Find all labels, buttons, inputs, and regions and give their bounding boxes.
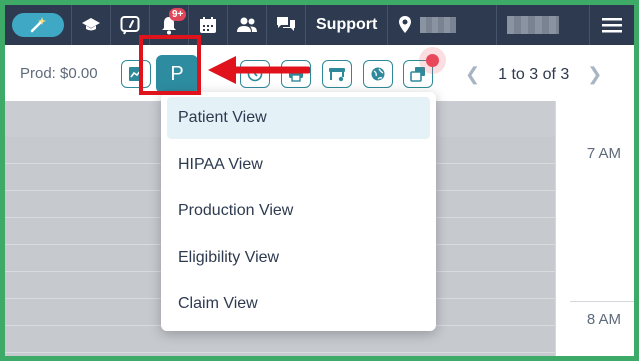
nav-patients-button[interactable] xyxy=(228,5,267,45)
chevron-left-icon[interactable]: ❮ xyxy=(465,64,480,85)
view-menu-item-claim[interactable]: Claim View xyxy=(167,283,430,325)
graduation-cap-icon xyxy=(82,18,100,31)
view-menu-item-eligibility[interactable]: Eligibility View xyxy=(167,237,430,279)
redacted-user-name xyxy=(507,16,560,34)
magic-wand-icon xyxy=(12,13,64,37)
pagination: ❮ 1 to 3 of 3 ❯ xyxy=(465,64,602,85)
online-booking-button[interactable] xyxy=(363,60,393,88)
time-label-8am: 8 AM xyxy=(586,311,621,328)
app-screen: 9+ Support Prod: $0.00 P ❮ 1 to 3 of 3 ❯… xyxy=(5,5,634,356)
notification-count-badge: 9+ xyxy=(169,8,187,21)
pagination-text: 1 to 3 of 3 xyxy=(498,65,570,83)
speedometer-icon xyxy=(120,16,140,35)
hour-divider xyxy=(570,301,634,302)
hamburger-icon xyxy=(602,18,623,33)
screenshot-frame: 9+ Support Prod: $0.00 P ❮ 1 to 3 of 3 ❯… xyxy=(0,0,639,361)
top-navigation-bar: 9+ Support xyxy=(5,5,634,45)
time-column: 7 AM 8 AM xyxy=(555,101,634,356)
redacted-location-name xyxy=(420,17,457,33)
production-total: Prod: $0.00 xyxy=(20,65,98,82)
view-menu-item-patient[interactable]: Patient View xyxy=(167,97,430,139)
users-icon xyxy=(237,17,257,32)
support-link[interactable]: Support xyxy=(306,5,389,45)
nav-education-button[interactable] xyxy=(72,5,111,45)
view-menu-item-hipaa[interactable]: HIPAA View xyxy=(167,144,430,186)
time-label-7am: 7 AM xyxy=(586,145,621,162)
calendar-icon xyxy=(200,17,216,33)
chevron-right-icon[interactable]: ❯ xyxy=(587,64,602,85)
app-logo-button[interactable] xyxy=(5,5,72,45)
nav-messages-button[interactable] xyxy=(267,5,306,45)
operatory-view-button[interactable] xyxy=(322,60,352,88)
annotation-arrow-icon xyxy=(208,56,310,84)
chat-bubbles-icon xyxy=(277,17,295,31)
hamburger-menu-button[interactable] xyxy=(590,5,634,45)
attention-indicator-dot xyxy=(426,54,439,67)
user-menu[interactable] xyxy=(497,5,591,45)
map-pin-icon xyxy=(399,16,412,33)
copy-windows-icon xyxy=(410,67,425,82)
view-menu-item-production[interactable]: Production View xyxy=(167,190,430,232)
globe-icon xyxy=(371,67,385,81)
location-selector[interactable] xyxy=(388,5,498,45)
annotation-highlight-box xyxy=(139,35,201,95)
chair-icon xyxy=(329,68,345,82)
view-menu-dropdown: Patient View HIPAA View Production View … xyxy=(161,92,436,331)
